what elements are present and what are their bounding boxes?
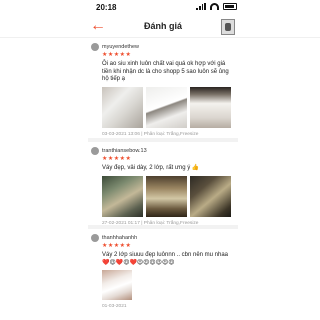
review-meta: 01-03-2021 (102, 304, 127, 309)
review-photo[interactable] (146, 86, 187, 128)
review-list: myuyendethew ★★★★★ Ôi ao siu xinh luôn c… (88, 38, 238, 320)
review-photo[interactable] (190, 86, 231, 128)
review-username: thanhhahanhh (102, 234, 138, 241)
review-username: tranthiansebow.13 (102, 147, 147, 154)
avatar[interactable] (91, 233, 99, 242)
review-stars: ★★★★★ (102, 156, 132, 162)
review-photo[interactable] (102, 86, 143, 128)
status-bar: 20:18 (0, 0, 320, 16)
status-time: 20:18 (96, 3, 117, 12)
battery-icon (223, 3, 237, 10)
review-photos (102, 175, 238, 217)
back-arrow-icon[interactable]: ← (90, 18, 106, 34)
review-text: Váy 2 lớp siuuu đẹp luônnn .. cbn nên mu… (102, 252, 229, 266)
review-photos (102, 86, 238, 128)
product-thumbnail[interactable] (221, 19, 235, 35)
review-username: myuyendethew (102, 43, 139, 50)
avatar[interactable] (91, 42, 99, 51)
review-meta: 27-02-2021 01:17 | Phân loại: Trắng,Free… (102, 220, 199, 226)
review-photo[interactable] (146, 175, 187, 217)
review-user-row: thanhhahanhh (91, 233, 238, 242)
review-photos (102, 270, 238, 300)
review-item: thanhhahanhh ★★★★★ Váy 2 lớp siuuu đẹp l… (88, 229, 238, 320)
review-text: Ôi ao siu xinh luôn chất vai quá ok hợp … (102, 61, 229, 82)
review-user-row: tranthiansebow.13 (91, 146, 238, 155)
avatar[interactable] (91, 146, 99, 155)
wifi-icon (210, 3, 219, 10)
review-item: myuyendethew ★★★★★ Ôi ao siu xinh luôn c… (88, 38, 238, 142)
review-stars: ★★★★★ (102, 243, 132, 249)
signal-icon (196, 3, 206, 10)
review-text: Váy đẹp, vải dày, 2 lớp, rất ưng ý 👍 (102, 165, 200, 171)
review-user-row: myuyendethew (91, 42, 238, 51)
review-item: tranthiansebow.13 ★★★★★ Váy đẹp, vải dày… (88, 142, 238, 229)
header: ← Đánh giá (0, 16, 320, 38)
status-icons (196, 3, 237, 10)
review-photo[interactable] (102, 270, 132, 300)
page-title: Đánh giá (143, 21, 182, 31)
review-photo[interactable] (190, 175, 231, 217)
review-meta: 03-03-2021 13:06 | Phân loại: Trắng,Free… (102, 131, 199, 137)
review-photo[interactable] (102, 175, 143, 217)
review-stars: ★★★★★ (102, 52, 132, 58)
